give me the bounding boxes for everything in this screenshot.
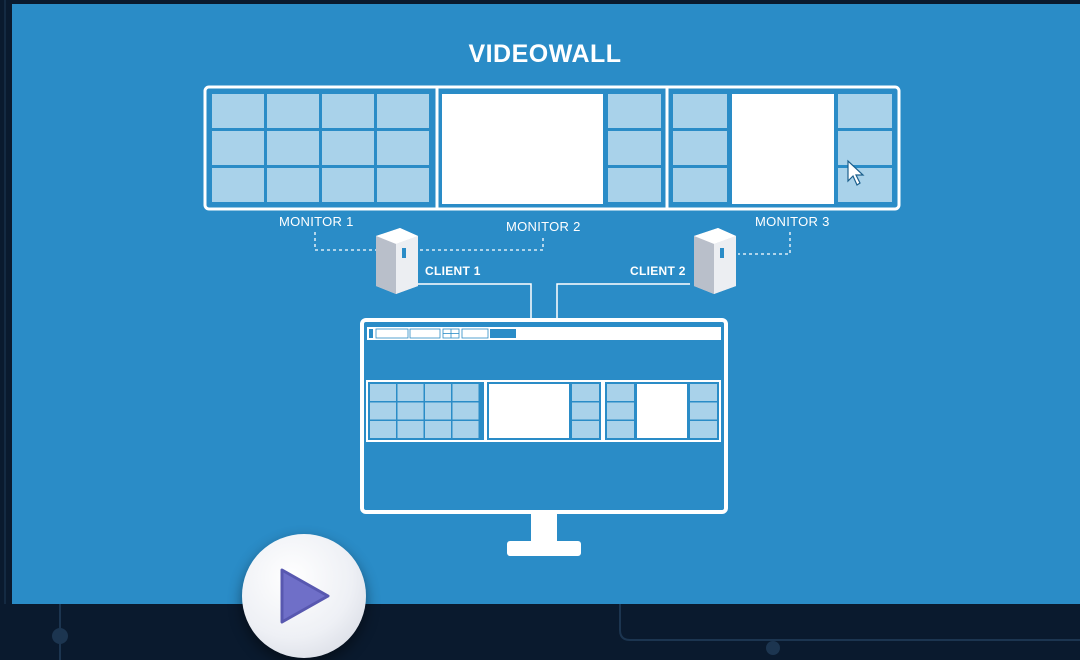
monitor3-right-tile <box>838 131 892 165</box>
client1-server-icon <box>376 228 418 294</box>
monitor1-label: MONITOR 1 <box>279 214 354 229</box>
monitor3-right-tile <box>838 168 892 202</box>
mini-monitor1-tile <box>397 421 424 438</box>
client-connectors <box>418 283 690 318</box>
mini-monitor1-tile <box>425 402 451 420</box>
monitor2-tile <box>608 168 661 202</box>
mini-monitor1-tile <box>452 421 479 438</box>
monitor1-tile <box>322 131 374 165</box>
client1-label: CLIENT 1 <box>425 264 481 278</box>
mini-monitor1-tile <box>425 421 451 438</box>
monitor1-tile <box>322 94 374 128</box>
monitor2-label: MONITOR 2 <box>506 219 581 234</box>
monitor1-tile <box>377 94 429 128</box>
mini-monitor3-left-tile <box>607 402 634 420</box>
monitor1-tile <box>267 131 319 165</box>
monitor2-tile <box>608 94 661 128</box>
mini-monitor2-main-view <box>489 384 569 438</box>
mini-monitor1-tile <box>397 402 424 420</box>
videowall-diagram <box>203 85 901 556</box>
mini-monitor1-tile <box>425 384 451 401</box>
monitor2-main-view <box>442 94 603 204</box>
monitor3-right-tile <box>838 94 892 128</box>
monitor1-client1-link <box>314 232 376 251</box>
monitor3-left-tile <box>673 131 727 165</box>
mini-monitor1-tile <box>370 402 396 420</box>
mini-monitor3-right-tile <box>690 421 717 438</box>
client2-server-icon <box>694 228 736 294</box>
monitor1-tile <box>212 131 264 165</box>
mini-monitor1-tile <box>452 384 479 401</box>
mini-monitor1-tile <box>370 384 396 401</box>
mini-monitor1-tile <box>370 421 396 438</box>
monitor2-client1-link <box>418 238 544 251</box>
monitor1-tile <box>377 131 429 165</box>
client2-to-workstation-line <box>556 283 690 318</box>
monitor3-left-tile <box>673 94 727 128</box>
monitor1-tile <box>212 168 264 202</box>
mini-monitor3-main-view <box>637 384 687 438</box>
monitor1-tile <box>377 168 429 202</box>
mini-monitor3-left-tile <box>607 421 634 438</box>
mini-monitor3-left-tile <box>607 384 634 401</box>
mini-monitor2-tile <box>572 402 599 420</box>
mini-monitor2-tile <box>572 421 599 438</box>
workstation-toolbar-active-tab <box>490 329 516 338</box>
mini-monitor3-right-tile <box>690 402 717 420</box>
monitor2-tile <box>608 131 661 165</box>
monitor3-label: MONITOR 3 <box>755 214 830 229</box>
client2-label: CLIENT 2 <box>630 264 686 278</box>
monitor1-tile <box>267 168 319 202</box>
monitor3-client2-link <box>738 232 791 255</box>
mini-monitor2-tile <box>572 384 599 401</box>
play-icon <box>280 568 330 624</box>
monitor3-left-tile <box>673 168 727 202</box>
play-button[interactable] <box>242 534 366 658</box>
mini-monitor1-tile <box>397 384 424 401</box>
mini-monitor1-tile <box>452 402 479 420</box>
monitor1-tile <box>212 94 264 128</box>
mini-monitor3-right-tile <box>690 384 717 401</box>
monitor1-tile <box>322 168 374 202</box>
monitor1-tile <box>267 94 319 128</box>
client1-to-workstation-line <box>418 283 532 318</box>
monitor3-main-view <box>732 94 834 204</box>
